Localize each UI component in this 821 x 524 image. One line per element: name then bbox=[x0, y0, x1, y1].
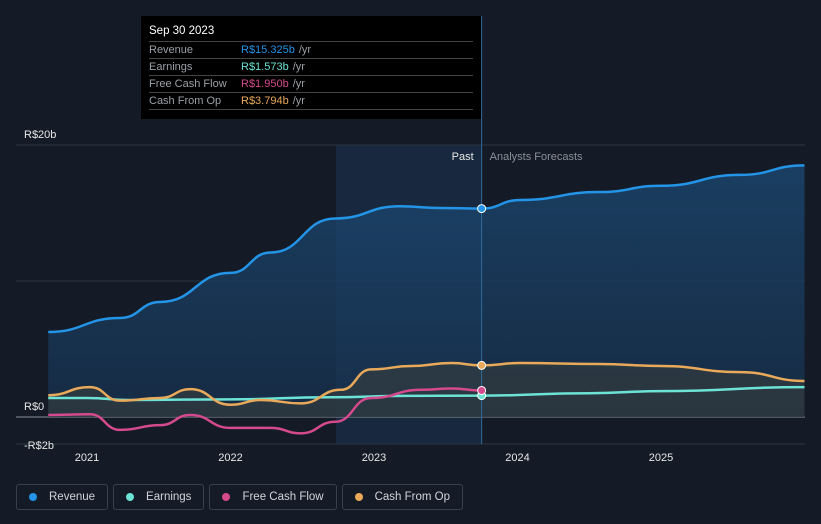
legend-free-cash-flow[interactable]: Free Cash Flow bbox=[209, 484, 337, 510]
past-label: Past bbox=[452, 151, 474, 163]
forecast-label: Analysts Forecasts bbox=[490, 151, 583, 163]
legend-label: Free Cash Flow bbox=[242, 491, 324, 503]
tooltip-label: Revenue bbox=[149, 44, 194, 56]
tooltip-value: R$1.950b bbox=[241, 78, 289, 90]
tooltip-unit: /yr bbox=[298, 44, 312, 56]
legend-dot-icon bbox=[354, 493, 363, 501]
y-tick-label: R$0 bbox=[24, 401, 44, 413]
legend-revenue[interactable]: Revenue bbox=[16, 484, 109, 510]
legend: Revenue Earnings Free Cash Flow Cash Fro… bbox=[16, 484, 464, 510]
y-tick-label: R$20b bbox=[24, 129, 56, 141]
tooltip-label: Free Cash Flow bbox=[149, 78, 227, 90]
legend-dot-icon bbox=[126, 493, 135, 501]
legend-label: Earnings bbox=[146, 491, 192, 503]
tooltip-unit: /yr bbox=[292, 95, 305, 107]
legend-cash-from-op[interactable]: Cash From Op bbox=[341, 484, 464, 510]
data-point-marker bbox=[477, 204, 487, 214]
x-tick-label: 2021 bbox=[75, 452, 99, 464]
y-tick-label: -R$2b bbox=[24, 440, 54, 452]
x-tick-label: 2023 bbox=[362, 452, 386, 464]
tooltip-value: R$15.325b bbox=[241, 44, 295, 56]
x-tick-label: 2024 bbox=[505, 452, 529, 464]
legend-dot-icon bbox=[29, 493, 37, 501]
x-tick-label: 2025 bbox=[649, 452, 673, 464]
tooltip-row-earnings: Earnings R$1.573b/yr bbox=[149, 58, 473, 75]
tooltip-label: Cash From Op bbox=[149, 95, 222, 107]
legend-label: Revenue bbox=[49, 491, 96, 503]
tooltip-row-cfo: Cash From Op R$3.794b/yr bbox=[149, 92, 473, 110]
tooltip-unit: /yr bbox=[292, 61, 305, 73]
data-point-marker bbox=[477, 360, 487, 370]
tooltip: Sep 30 2023 Revenue R$15.325b/yr Earnings… bbox=[141, 16, 481, 119]
legend-label: Cash From Op bbox=[374, 491, 451, 503]
tooltip-value: R$1.573b bbox=[241, 61, 289, 73]
tooltip-row-fcf: Free Cash Flow R$1.950b/yr bbox=[149, 75, 473, 92]
x-tick-label: 2022 bbox=[218, 452, 242, 464]
tooltip-label: Earnings bbox=[149, 61, 193, 73]
data-point-marker bbox=[477, 385, 487, 395]
legend-dot-icon bbox=[222, 493, 231, 501]
tooltip-row-revenue: Revenue R$15.325b/yr bbox=[149, 41, 473, 58]
tooltip-unit: /yr bbox=[292, 78, 305, 90]
tooltip-value: R$3.794b bbox=[241, 95, 289, 107]
legend-earnings[interactable]: Earnings bbox=[113, 484, 205, 510]
tooltip-date: Sep 30 2023 bbox=[149, 25, 215, 37]
